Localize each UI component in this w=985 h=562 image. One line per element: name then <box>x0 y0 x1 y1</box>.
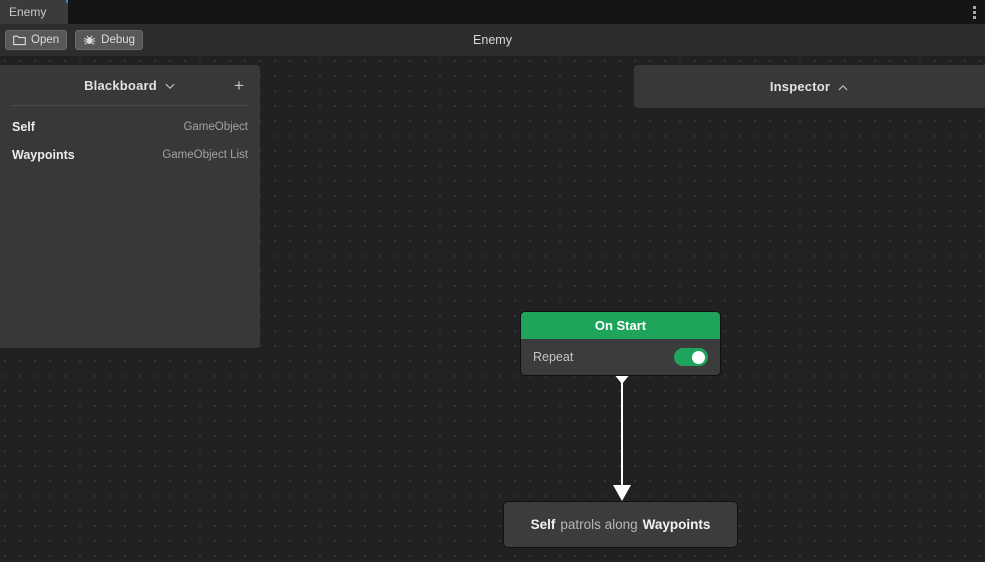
open-button-label: Open <box>31 34 60 46</box>
tab-bar-spacer <box>68 0 963 24</box>
action-token-verb: patrols along <box>560 517 638 532</box>
debug-button[interactable]: Debug <box>75 30 144 50</box>
node-on-start[interactable]: On Start Repeat <box>520 311 721 376</box>
blackboard-title: Blackboard <box>84 77 157 93</box>
inspector-panel: Inspector <box>634 65 985 108</box>
node-on-start-title: On Start <box>521 312 720 339</box>
node-on-start-body: Repeat <box>521 339 720 375</box>
chevron-down-icon[interactable] <box>164 79 176 91</box>
inspector-header[interactable]: Inspector <box>634 65 985 108</box>
toolbar: Open Debug Enemy <box>0 24 985 57</box>
repeat-label: Repeat <box>533 350 574 364</box>
list-item[interactable]: Waypoints GameObject List <box>0 141 260 169</box>
tab-enemy[interactable]: Enemy <box>0 0 68 24</box>
chevron-up-icon[interactable] <box>837 81 849 93</box>
list-item[interactable]: Self GameObject <box>0 113 260 141</box>
open-button[interactable]: Open <box>5 30 68 50</box>
edge-on-start-to-patrol <box>602 373 642 503</box>
toggle-knob <box>692 350 705 364</box>
inspector-title: Inspector <box>769 79 831 94</box>
kebab-menu-icon[interactable] <box>963 0 985 24</box>
variable-name: Waypoints <box>12 148 75 162</box>
kebab-dot <box>972 10 976 14</box>
debug-button-label: Debug <box>101 34 136 46</box>
action-token-waypoints: Waypoints <box>642 517 711 532</box>
variable-type: GameObject <box>183 121 248 133</box>
bug-icon <box>83 34 96 46</box>
graph-canvas[interactable]: Blackboard + Self GameObject Waypoints G… <box>0 57 985 562</box>
action-token-self: Self <box>530 517 556 532</box>
variable-name: Self <box>12 120 35 134</box>
folder-icon <box>13 35 26 46</box>
kebab-dot <box>972 5 976 9</box>
blackboard-panel: Blackboard + Self GameObject Waypoints G… <box>0 65 260 348</box>
repeat-toggle[interactable] <box>674 348 708 366</box>
behavior-graph-window: Enemy Open Debug Enemy Blackboard + Self… <box>0 0 985 562</box>
kebab-dot <box>972 15 976 19</box>
blackboard-header[interactable]: Blackboard + <box>0 65 260 105</box>
node-patrol-action[interactable]: Self patrols along Waypoints <box>503 501 738 548</box>
blackboard-variable-list: Self GameObject Waypoints GameObject Lis… <box>0 106 260 169</box>
add-variable-button[interactable]: + <box>230 76 248 94</box>
graph-title: Enemy <box>473 33 512 47</box>
variable-type: GameObject List <box>162 149 248 161</box>
tab-label: Enemy <box>9 5 47 19</box>
tab-bar: Enemy <box>0 0 985 24</box>
